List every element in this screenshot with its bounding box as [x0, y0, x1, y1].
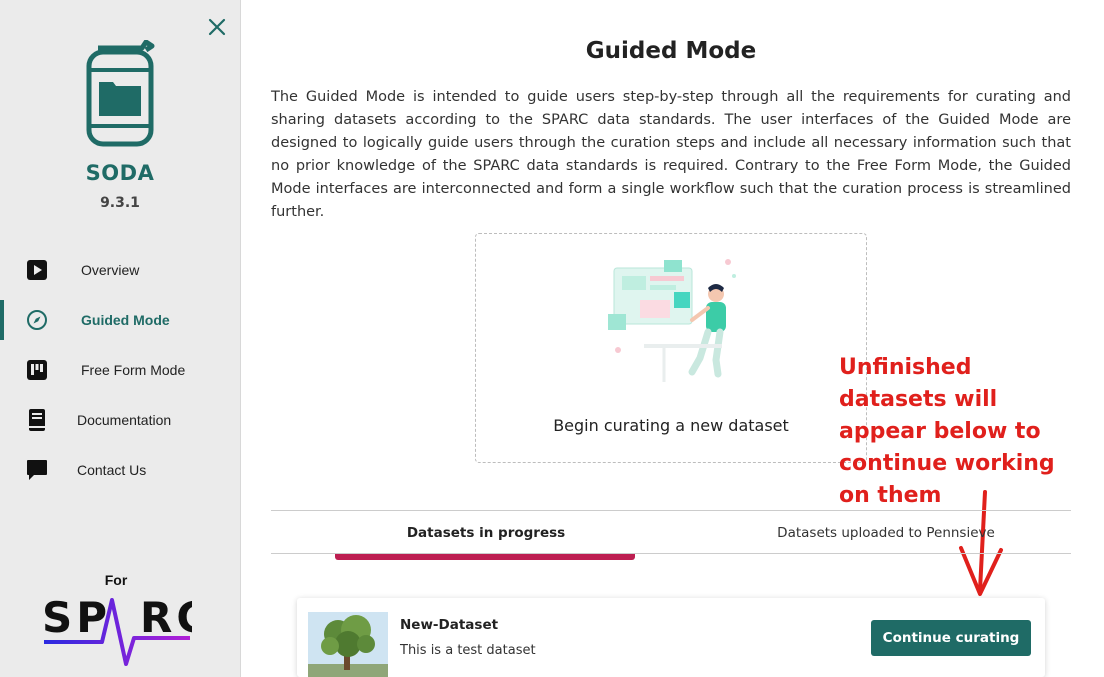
- active-tab-indicator: [335, 554, 635, 560]
- soda-logo-icon: [82, 39, 158, 150]
- curation-illustration-icon: [604, 254, 744, 384]
- dataset-tabs: Datasets in progress Datasets uploaded t…: [271, 510, 1071, 554]
- continue-curating-button[interactable]: Continue curating: [871, 620, 1031, 656]
- book-icon: [26, 409, 48, 431]
- annotation-line: appear below to: [839, 419, 1041, 444]
- intro-text: The Guided Mode is intended to guide use…: [271, 89, 1071, 220]
- sidebar-item-contact-us[interactable]: Contact Us: [0, 450, 240, 490]
- tab-datasets-in-progress[interactable]: Datasets in progress: [271, 511, 701, 555]
- annotation-line: Unfinished: [839, 355, 972, 380]
- svg-text:RC: RC: [140, 593, 192, 642]
- dataset-thumbnail: [308, 612, 388, 677]
- for-label: For: [104, 572, 128, 588]
- app-name: SODA: [85, 161, 155, 185]
- sidebar-item-label: Overview: [81, 262, 140, 278]
- sidebar-item-label: Documentation: [77, 412, 172, 428]
- dataset-card: New-Dataset This is a test dataset Conti…: [297, 598, 1045, 677]
- play-icon: [26, 259, 48, 281]
- annotation-line: continue working: [839, 451, 1055, 476]
- app-version: 9.3.1: [100, 195, 140, 211]
- sidebar-item-label: Guided Mode: [81, 312, 170, 328]
- sidebar-item-free-form-mode[interactable]: Free Form Mode: [0, 350, 240, 390]
- page-title: Guided Mode: [585, 38, 757, 64]
- tab-datasets-uploaded[interactable]: Datasets uploaded to Pennsieve: [701, 511, 1071, 555]
- sparc-logo: SP RC: [42, 592, 207, 668]
- close-icon[interactable]: [205, 15, 229, 39]
- svg-text:SP: SP: [42, 593, 111, 642]
- compass-icon: [26, 309, 48, 331]
- main-panel: Guided Mode The Guided Mode is intended …: [240, 0, 1104, 677]
- sidebar-item-label: Free Form Mode: [81, 362, 186, 378]
- board-icon: [26, 359, 48, 381]
- new-dataset-label: Begin curating a new dataset: [553, 416, 789, 435]
- dataset-name: New-Dataset: [400, 617, 499, 633]
- sidebar-item-label: Contact Us: [77, 462, 147, 478]
- new-dataset-card[interactable]: Begin curating a new dataset: [475, 233, 867, 463]
- sidebar: SODA 9.3.1 Overview Guided Mode Free For…: [0, 0, 240, 677]
- dataset-description: This is a test dataset: [400, 643, 536, 658]
- annotation-line: datasets will: [839, 387, 998, 412]
- chat-icon: [26, 459, 48, 481]
- sidebar-item-guided-mode[interactable]: Guided Mode: [0, 300, 240, 340]
- annotation-text: Unfinished datasets will appear below to…: [839, 352, 1079, 512]
- sidebar-item-documentation[interactable]: Documentation: [0, 400, 240, 440]
- sidebar-item-overview[interactable]: Overview: [0, 250, 240, 290]
